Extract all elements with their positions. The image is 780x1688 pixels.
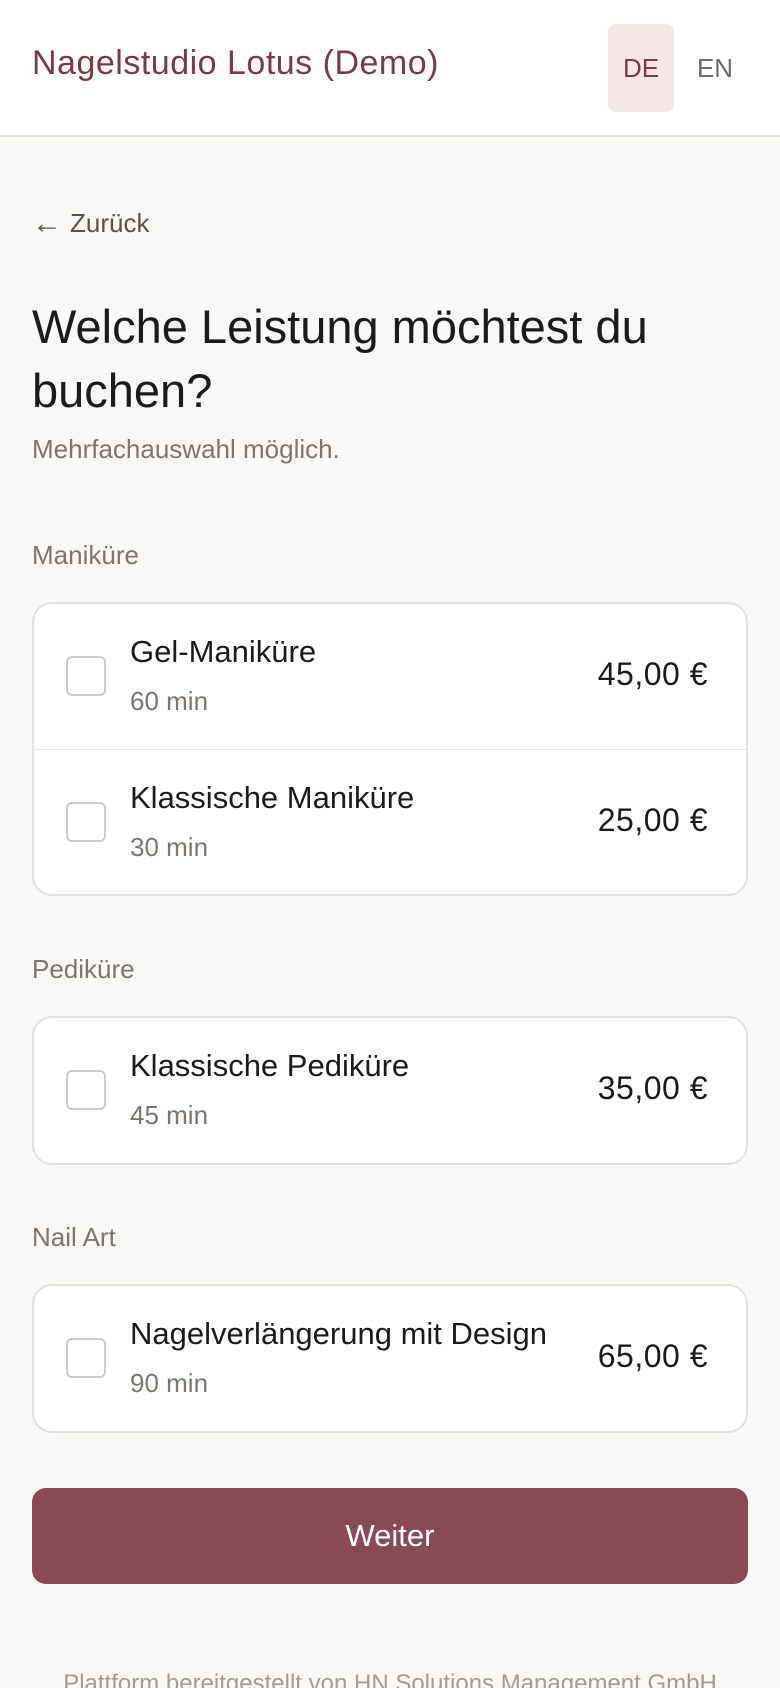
page-title: Welche Leistung möchtest du buchen? [32, 300, 648, 417]
service-card-manikuere: Gel-Maniküre 60 min 45,00 € Klassische M… [32, 602, 748, 896]
page-subtitle: Mehrfachauswahl möglich. [32, 434, 340, 464]
app-header: Nagelstudio Lotus (Demo) DE EN [0, 0, 780, 137]
service-duration: 90 min [130, 1368, 209, 1398]
service-card-pedikuere: Klassische Pediküre 45 min 35,00 € [32, 1016, 748, 1165]
booking-page: Nagelstudio Lotus (Demo) DE EN ← Zurück … [0, 0, 780, 1688]
service-checkbox[interactable] [66, 656, 106, 696]
service-duration: 30 min [130, 832, 209, 862]
service-checkbox[interactable] [66, 1070, 106, 1110]
back-label: Zurück [70, 208, 150, 238]
service-price: 45,00 € [597, 656, 708, 692]
continue-button[interactable]: Weiter [32, 1488, 748, 1584]
service-name: Nagelverlängerung mit Design [130, 1316, 548, 1351]
service-card-nail-art: Nagelverlängerung mit Design 90 min 65,0… [32, 1284, 748, 1433]
service-row-klassische-pedikuere[interactable]: Klassische Pediküre 45 min 35,00 € [34, 1018, 746, 1163]
service-name: Klassische Pediküre [130, 1048, 410, 1083]
service-row-gel-manikuere[interactable]: Gel-Maniküre 60 min 45,00 € [34, 604, 746, 749]
service-duration: 45 min [130, 1100, 209, 1130]
arrow-left-icon: ← [32, 206, 62, 240]
footer-note: Plattform bereitgestellt von HN Solution… [63, 1670, 717, 1688]
service-row-nagelverlaengerung[interactable]: Nagelverlängerung mit Design 90 min 65,0… [34, 1286, 746, 1431]
category-label-nail-art: Nail Art [32, 1222, 116, 1252]
service-price: 25,00 € [597, 802, 708, 838]
studio-name: Nagelstudio Lotus (Demo) [32, 44, 439, 82]
service-checkbox[interactable] [66, 1338, 106, 1378]
service-price: 35,00 € [597, 1070, 708, 1106]
service-duration: 60 min [130, 686, 209, 716]
language-de-button[interactable]: DE [608, 24, 674, 112]
category-label-manikuere: Maniküre [32, 540, 139, 570]
service-checkbox[interactable] [66, 802, 106, 842]
category-label-pedikuere: Pediküre [32, 954, 135, 984]
service-name: Klassische Maniküre [130, 780, 415, 815]
service-row-klassische-manikuere[interactable]: Klassische Maniküre 30 min 25,00 € [34, 749, 746, 894]
language-en-button[interactable]: EN [682, 24, 748, 112]
service-name: Gel-Maniküre [130, 634, 317, 669]
back-link[interactable]: ← Zurück [32, 208, 149, 239]
service-price: 65,00 € [597, 1338, 708, 1374]
